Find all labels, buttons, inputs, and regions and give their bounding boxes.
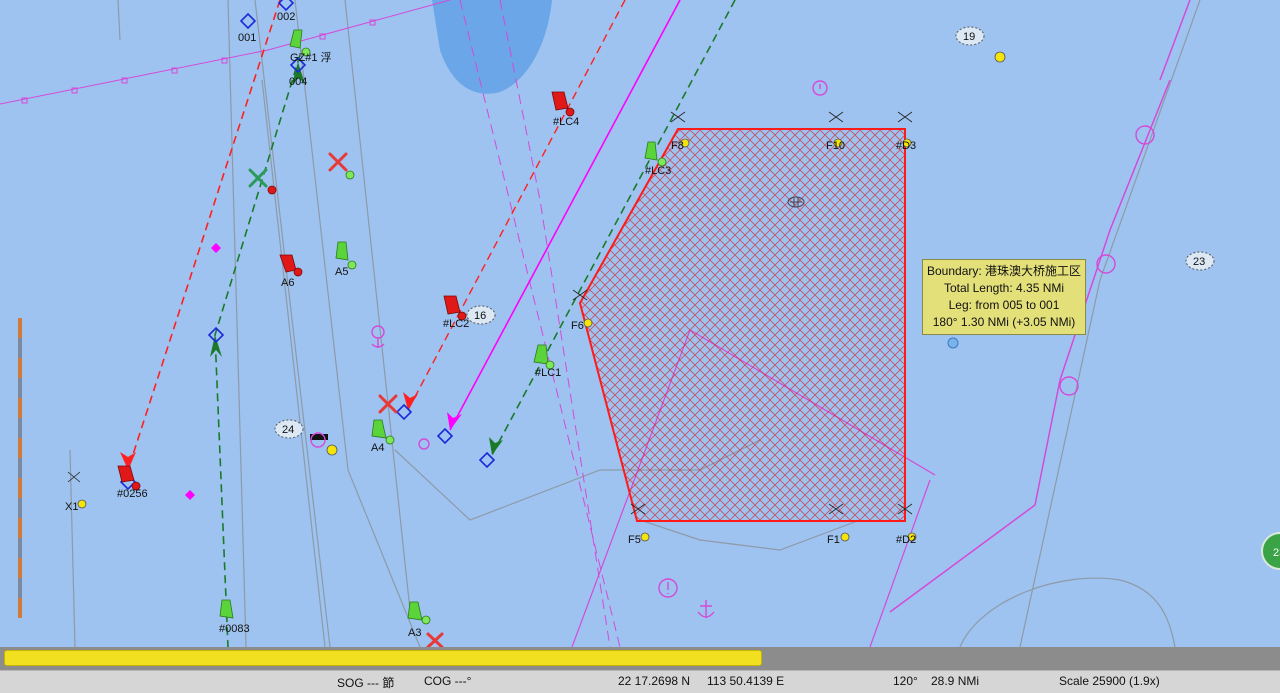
depth-sounding-16: 16 — [466, 305, 496, 325]
label-f1: F1 — [827, 534, 840, 546]
label-lc3: #LC3 — [645, 165, 671, 177]
scale-readout: Scale 25900 (1.9x) — [1059, 674, 1160, 688]
label-d3: #D3 — [896, 140, 916, 152]
label-a5: A5 — [335, 266, 348, 278]
blue-point — [947, 337, 959, 349]
label-0083: #0083 — [219, 623, 250, 635]
depth-sounding-19: 19 — [955, 26, 985, 46]
latitude-readout: 22 17.2698 N — [618, 674, 691, 688]
depth-sounding-24: 24 — [274, 419, 304, 439]
label-lc2: #LC2 — [443, 318, 469, 330]
label-lc1: #LC1 — [535, 367, 561, 379]
label-004: 004 — [289, 76, 307, 88]
restricted-line-lower — [889, 79, 1171, 613]
bearing-readout: 120° — [893, 674, 918, 688]
scale-bar — [18, 318, 22, 618]
cog-readout: COG ---° — [424, 674, 472, 688]
longitude-readout: 113 50.4139 E — [707, 674, 785, 688]
label-f6: F6 — [571, 320, 584, 332]
label-a4: A4 — [371, 442, 384, 454]
route-arrowheads — [120, 62, 503, 470]
limit-line — [0, 0, 451, 105]
label-0256: #0256 — [117, 488, 148, 500]
label-lc4: #LC4 — [553, 116, 579, 128]
label-a6: A6 — [281, 277, 294, 289]
depth-23-label: 23 — [1193, 256, 1205, 268]
magenta-diamonds — [185, 243, 221, 500]
sog-readout: SOG --- 節 — [337, 676, 395, 690]
depth-24-label: 24 — [282, 424, 294, 436]
label-001: 001 — [238, 32, 256, 44]
label-x1: X1 — [65, 501, 78, 513]
depth-16-label: 16 — [474, 310, 486, 322]
label-f5: F5 — [628, 534, 641, 546]
label-002: 002 — [277, 11, 295, 23]
label-a3: A3 — [408, 627, 421, 639]
progress-fill — [4, 650, 763, 666]
chart-view[interactable]: 19 23 16 24 001 002 GZ#1 浮 004 #LC4 #LC3… — [0, 0, 1280, 647]
label-d2: #D2 — [896, 534, 916, 546]
tooltip-bearing: 180° 1.30 NMi (+3.05 NMi) — [932, 315, 1076, 329]
tooltip-leg: Leg: from 005 to 001 — [948, 298, 1060, 312]
label-f8: F8 — [671, 140, 684, 152]
chart-canvas[interactable]: 19 23 16 24 001 002 GZ#1 浮 004 #LC4 #LC3… — [0, 0, 1280, 647]
construction-area[interactable] — [578, 128, 906, 522]
status-bar: SOG --- 節 COG ---° 22 17.2698 N 113 50.4… — [0, 670, 1280, 693]
route-green-left[interactable] — [214, 54, 301, 647]
route-red-left[interactable] — [127, 0, 281, 471]
progress-track — [4, 650, 1276, 666]
tooltip-total-length: Total Length: 4.35 NMi — [943, 281, 1065, 295]
label-gz1-buoy: GZ#1 浮 — [290, 51, 332, 64]
depth-19-label: 19 — [963, 31, 975, 43]
depth-sounding-23: 23 — [1185, 251, 1215, 271]
progress-bar — [0, 647, 1280, 670]
label-f10: F10 — [826, 140, 845, 152]
distance-readout: 28.9 NMi — [931, 674, 980, 688]
tooltip-boundary: Boundary: 港珠澳大桥施工区 — [927, 264, 1082, 278]
shallow-water-area — [432, 0, 552, 94]
boundary-tooltip: Boundary: 港珠澳大桥施工区 Total Length: 4.35 NM… — [922, 259, 1086, 335]
